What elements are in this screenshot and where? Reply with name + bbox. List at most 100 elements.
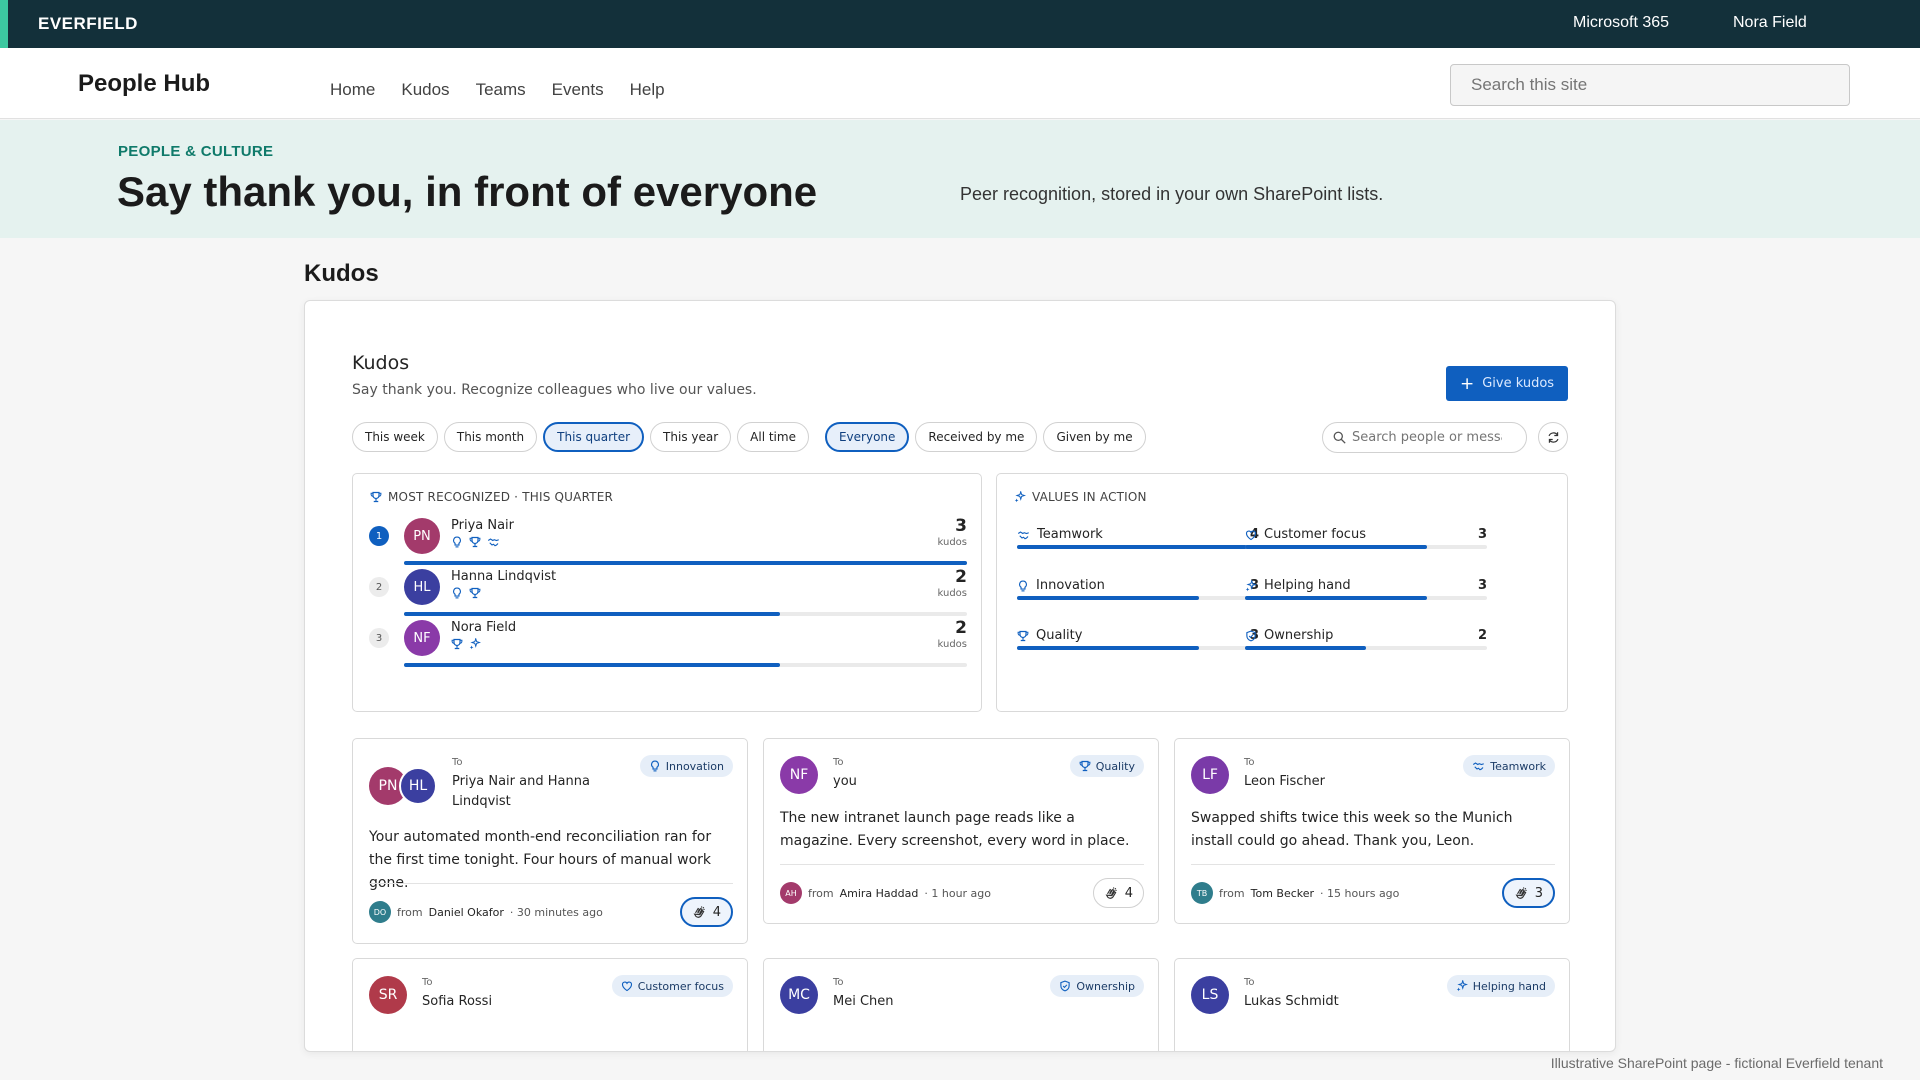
page-footnote: Illustrative SharePoint page - fictional… [1550, 1055, 1883, 1071]
from-label: from [1219, 886, 1245, 900]
section-title: Kudos [304, 260, 379, 287]
progress-fill [1245, 596, 1427, 600]
filter-everyone[interactable]: Everyone [824, 422, 910, 452]
trophy-icon [469, 587, 481, 599]
progress-track [1017, 646, 1259, 650]
plus-icon: + [1459, 373, 1475, 394]
bulb-icon [1017, 580, 1029, 592]
filter-given-by-me[interactable]: Given by me [1043, 422, 1146, 452]
site-search-input[interactable] [1450, 64, 1850, 106]
timestamp: · 30 minutes ago [509, 905, 603, 919]
progress-fill [1017, 646, 1199, 650]
avatar: HL [404, 569, 440, 605]
value-tag-label: Teamwork [1490, 759, 1546, 773]
values-panel: VALUES IN ACTION Teamwork 4 Customer focus… [996, 473, 1568, 712]
kudos-card: NF To you Quality The new intranet launch pa… [763, 738, 1159, 924]
to-label: To [1244, 977, 1255, 988]
sparkle-icon [1245, 579, 1257, 592]
nav-teams[interactable]: Teams [476, 80, 526, 100]
kudos-message: The new intranet launch page reads like … [780, 810, 1130, 849]
kudos-count: 2 [955, 567, 967, 587]
values-heading: VALUES IN ACTION [1014, 490, 1147, 504]
applause-button[interactable]: 4 [1092, 878, 1144, 908]
value-tag: Customer focus [611, 975, 733, 997]
avatar: NF [780, 756, 818, 794]
value-item[interactable]: Helping hand 3 [1245, 578, 1487, 618]
microsoft-365-link[interactable]: Microsoft 365 [1573, 14, 1669, 32]
people-search-input[interactable] [1352, 430, 1502, 445]
progress-track [1017, 545, 1259, 549]
brand-logo[interactable]: EVERFIELD [38, 14, 138, 34]
nav-events[interactable]: Events [552, 80, 604, 100]
webpart-title: Kudos [352, 352, 410, 374]
nav-kudos[interactable]: Kudos [401, 80, 449, 100]
hero-banner: PEOPLE & CULTURE Say thank you, in front… [0, 120, 1920, 238]
kudos-card: LS To Lukas Schmidt Helping hand [1174, 958, 1570, 1051]
value-tag-label: Helping hand [1472, 979, 1546, 993]
value-label: Teamwork [1017, 527, 1103, 542]
applause-count: 4 [1124, 885, 1133, 901]
sender-name[interactable]: Daniel Okafor [429, 906, 504, 919]
applause-button[interactable]: 4 [679, 897, 733, 927]
kudos-card: SR To Sofia Rossi Customer focus [352, 958, 748, 1051]
avatar: AH [780, 882, 802, 904]
applause-count: 4 [712, 904, 721, 920]
filter-this-quarter[interactable]: This quarter [543, 422, 645, 452]
heart-icon [621, 980, 633, 992]
give-kudos-button[interactable]: + Give kudos [1446, 366, 1568, 401]
value-count: 2 [1477, 628, 1487, 643]
nav-help[interactable]: Help [630, 80, 665, 100]
trophy-icon [370, 491, 382, 503]
trophy-icon [1017, 630, 1029, 642]
kudos-footer: DO from Daniel Okafor · 30 minutes ago [369, 901, 603, 923]
filter-this-year[interactable]: This year [650, 422, 732, 452]
sparkle-icon [469, 638, 481, 650]
recipient-name: Leon Fischer [1244, 774, 1325, 789]
divider [780, 864, 1144, 865]
heart-icon [1245, 529, 1257, 541]
progress-fill [1017, 545, 1259, 549]
suite-bar: EVERFIELD Microsoft 365 Nora Field [0, 0, 1920, 48]
rank-badge: 3 [369, 628, 389, 648]
kudos-unit: kudos [937, 639, 968, 650]
sender-name[interactable]: Amira Haddad [840, 887, 919, 900]
avatar: LF [1191, 756, 1229, 794]
shield-icon [1245, 630, 1257, 642]
rank-badge: 2 [369, 577, 389, 597]
handshake-icon [487, 536, 500, 548]
shield-icon [1059, 980, 1071, 992]
filter-this-week[interactable]: This week [352, 422, 438, 452]
value-item[interactable]: Teamwork 4 [1017, 527, 1259, 567]
timestamp: · 1 hour ago [924, 886, 992, 900]
progress-track [404, 663, 967, 667]
filter-received-by-me[interactable]: Received by me [915, 422, 1038, 452]
trophy-icon [1079, 760, 1091, 772]
value-tag-label: Innovation [665, 759, 724, 773]
clap-icon [1514, 886, 1528, 900]
refresh-button[interactable] [1538, 422, 1568, 452]
applause-button[interactable]: 3 [1501, 878, 1555, 908]
value-label: Customer focus [1245, 527, 1366, 542]
value-tag: Quality [1069, 755, 1144, 777]
leaderboard-heading-text: MOST RECOGNIZED · THIS QUARTER [388, 490, 614, 504]
value-label: Quality [1017, 628, 1082, 643]
value-name: Helping hand [1264, 578, 1351, 593]
to-label: To [833, 757, 844, 768]
site-title[interactable]: People Hub [78, 70, 210, 98]
value-item[interactable]: Ownership 2 [1245, 628, 1487, 668]
sender-name[interactable]: Tom Becker [1251, 887, 1314, 900]
user-menu[interactable]: Nora Field [1733, 14, 1807, 32]
value-tag: Teamwork [1463, 755, 1555, 777]
kudos-footer: TB from Tom Becker · 15 hours ago [1191, 882, 1399, 904]
value-item[interactable]: Customer focus 3 [1245, 527, 1487, 567]
value-item[interactable]: Quality 3 [1017, 628, 1259, 668]
bulb-icon [451, 536, 463, 548]
filter-all-time[interactable]: All time [737, 422, 809, 452]
filter-bar: This week This month This quarter This y… [352, 422, 1146, 452]
leaderboard-row[interactable]: 3 NF Nora Field 2 kudos [369, 613, 967, 675]
nav-home[interactable]: Home [330, 80, 375, 100]
progress-fill [1245, 646, 1366, 650]
filter-this-month[interactable]: This month [443, 422, 538, 452]
progress-track [1245, 646, 1487, 650]
value-item[interactable]: Innovation 3 [1017, 578, 1259, 618]
